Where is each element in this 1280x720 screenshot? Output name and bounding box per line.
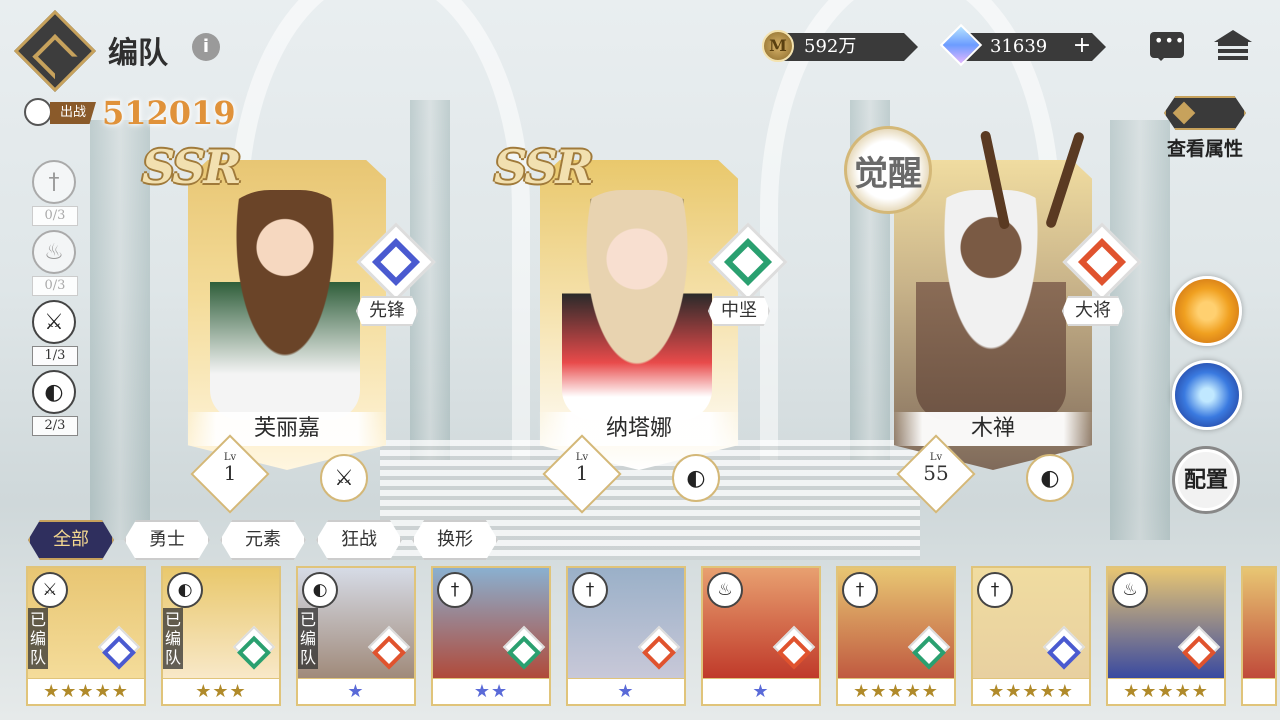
add-gems-button[interactable]: + [1072,33,1092,61]
background-pillar [90,120,150,540]
flame-icon: ♨ [707,572,743,608]
role-label: 先锋 [356,296,418,326]
roster-portrait [1243,568,1275,678]
class-counter-axe[interactable]: ⚔ 1/3 [32,300,78,366]
star-rating: ★★★ [163,678,279,704]
page-title: 编队 [108,36,168,71]
mask-icon: ◐ [167,572,203,608]
skill-fire-icon[interactable] [1172,276,1242,346]
awaken-badge: 觉醒 [844,126,932,214]
sword-icon: † [32,160,76,204]
class-count: 2/3 [32,416,78,436]
hero-name: 木禅 [892,412,1094,446]
home-icon[interactable] [1214,30,1252,62]
class-counter-sword[interactable]: † 0/3 [32,160,78,226]
hero-portrait [210,190,360,420]
class-count: 1/3 [32,346,78,366]
star-rating: ★★★★★ [28,678,144,704]
flame-icon: ♨ [1112,572,1148,608]
power-icon [24,98,52,126]
roster-card[interactable]: † ★ [566,566,686,706]
hero-portrait [562,190,712,420]
filter-element[interactable]: 元素 [220,520,306,560]
role-label: 中坚 [708,296,770,326]
star-rating: ★★★★★ [973,678,1089,704]
mask-icon: ◐ [32,370,76,414]
background-pillar [1110,120,1170,540]
level-text: Lv 55 [923,452,949,485]
rarity-badge: SSR [142,140,242,194]
roster-card[interactable]: ◐ 已编队 ★★★ [161,566,281,706]
chat-icon[interactable] [1150,31,1185,61]
flame-icon: ♨ [32,230,76,274]
mask-icon: ◐ [1026,454,1074,502]
star-rating: ★★ [433,678,549,704]
level-text: Lv 1 [575,452,589,485]
sword-icon: † [437,572,473,608]
star-rating: ★ [703,678,819,704]
view-attributes-button[interactable]: 查看属性 [1160,134,1250,161]
sword-icon: † [572,572,608,608]
hero-name: 纳塔娜 [538,412,740,446]
sword-icon: † [977,572,1013,608]
roster-card[interactable]: ★ [1241,566,1277,706]
rarity-badge: SSR [494,140,594,194]
info-icon[interactable]: i [192,33,220,61]
class-counter-flame[interactable]: ♨ 0/3 [32,230,78,296]
mask-icon: ◐ [672,454,720,502]
star-rating: ★ [568,678,684,704]
star-rating: ★★★★★ [838,678,954,704]
axe-icon: ⚔ [320,454,368,502]
axe-icon: ⚔ [32,300,76,344]
filter-warrior[interactable]: 勇士 [124,520,210,560]
roster-card[interactable]: ⚔ 已编队 ★★★★★ [26,566,146,706]
skill-ice-icon[interactable] [1172,360,1242,430]
filter-all[interactable]: 全部 [28,520,114,560]
roster-card[interactable]: ♨ ★★★★★ [1106,566,1226,706]
gold-amount: 592万 [780,33,918,61]
config-button[interactable]: 配置 [1172,446,1240,514]
roster-card[interactable]: ◐ 已编队 ★ [296,566,416,706]
gold-coin-icon: M [762,30,794,62]
assigned-tag: 已编队 [163,608,183,669]
back-button[interactable] [13,9,97,93]
power-label: 出战 [50,102,96,124]
roster-card[interactable]: † ★★★★★ [971,566,1091,706]
roster-card[interactable]: † ★★ [431,566,551,706]
mask-icon: ◐ [302,572,338,608]
star-rating: ★★★★★ [1108,678,1224,704]
filter-berserker[interactable]: 狂战 [316,520,402,560]
assigned-tag: 已编队 [298,608,318,669]
level-text: Lv 1 [223,452,237,485]
class-count: 0/3 [32,206,78,226]
hero-roster: ⚔ 已编队 ★★★★★ ◐ 已编队 ★★★ ◐ 已编队 ★ † ★★ † ★ ♨… [26,566,1277,706]
hero-portrait [916,190,1066,420]
axe-icon: ⚔ [32,572,68,608]
hero-slot-3[interactable]: 觉醒 大将 木禅 Lv 55 ◐ [844,126,1142,514]
role-label: 大将 [1062,296,1124,326]
star-rating: ★ [1243,678,1275,704]
hero-slot-1[interactable]: SSR 先锋 芙丽嘉 Lv 1 ⚔ [142,140,436,514]
sword-icon: † [842,572,878,608]
filter-shapeshifter[interactable]: 换形 [412,520,498,560]
power-value: 512019 [102,94,236,132]
filter-tabs: 全部 勇士 元素 狂战 换形 [28,520,498,560]
roster-card[interactable]: ♨ ★ [701,566,821,706]
star-rating: ★ [298,678,414,704]
class-count: 0/3 [32,276,78,296]
hero-slot-2[interactable]: SSR 中坚 纳塔娜 Lv 1 ◐ [494,140,788,514]
class-counter-mask[interactable]: ◐ 2/3 [32,370,78,436]
hero-name: 芙丽嘉 [186,412,388,446]
roster-card[interactable]: † ★★★★★ [836,566,956,706]
assigned-tag: 已编队 [28,608,48,669]
view-attributes-icon[interactable] [1164,96,1246,130]
